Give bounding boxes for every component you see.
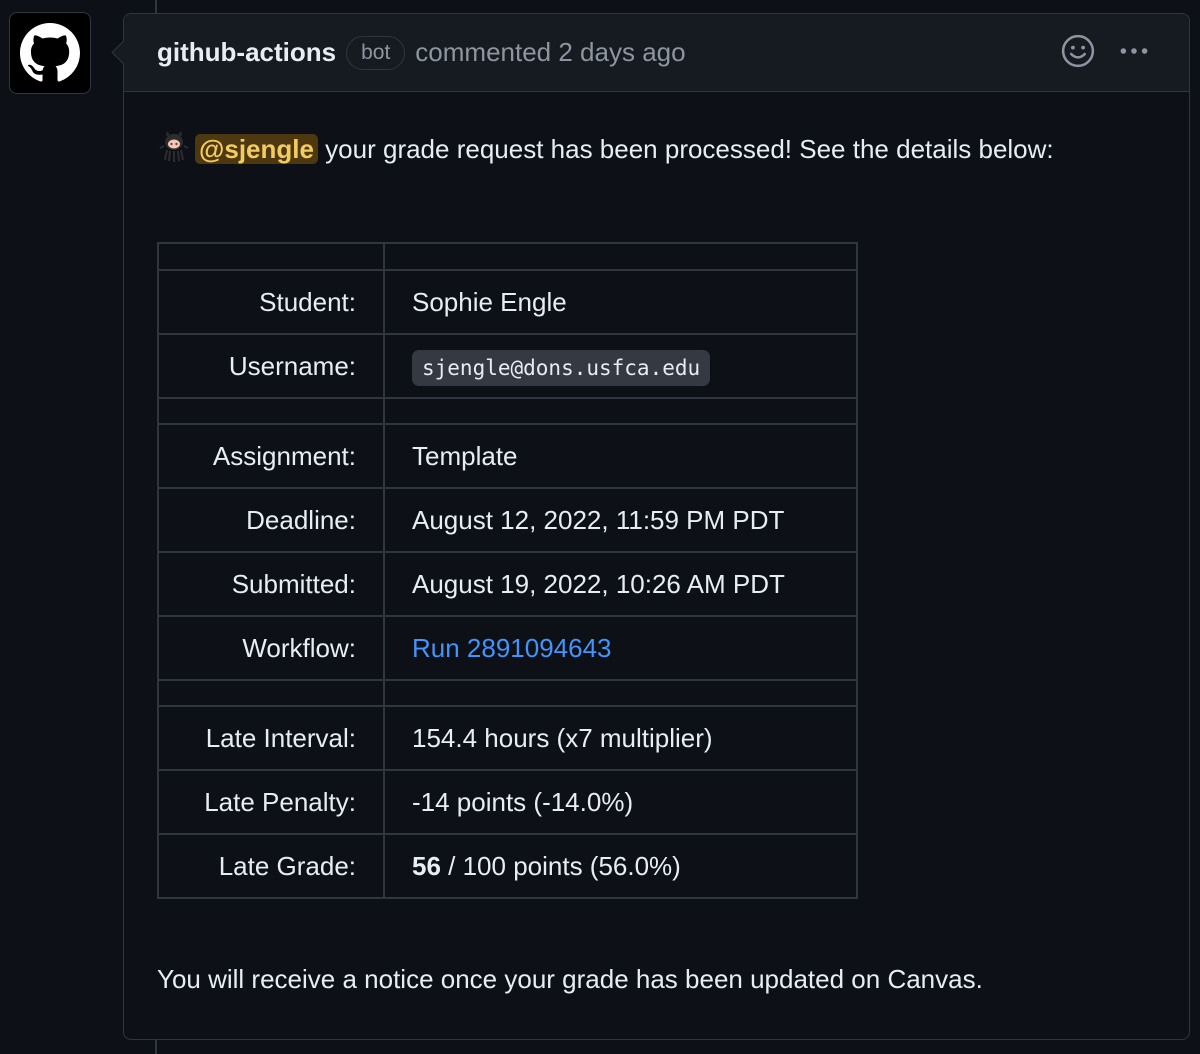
spacer-cell — [383, 397, 858, 425]
workflow-run-link[interactable]: Run 2891094643 — [412, 633, 612, 663]
spacer-cell — [157, 679, 385, 707]
comment-box: github-actions bot commented 2 days ago … — [111, 13, 1190, 1040]
kebab-horizontal-icon[interactable] — [1117, 34, 1151, 73]
row-key-submitted: Submitted: — [157, 551, 385, 617]
row-key-assignment: Assignment: — [157, 423, 385, 489]
smiley-icon[interactable] — [1061, 34, 1095, 73]
table-row: Username: sjengle@dons.usfca.edu — [157, 333, 858, 399]
table-row: Assignment: Template — [157, 423, 858, 489]
comment-time[interactable]: 2 days ago — [558, 37, 685, 67]
row-key-student: Student: — [157, 269, 385, 335]
username-code: sjengle@dons.usfca.edu — [412, 349, 711, 386]
table-row: Workflow: Run 2891094643 — [157, 615, 858, 681]
table-spacer-row — [157, 679, 858, 707]
row-key-workflow: Workflow: — [157, 615, 385, 681]
row-value-student: Sophie Engle — [383, 269, 858, 335]
row-value-workflow: Run 2891094643 — [383, 615, 858, 681]
row-value-submitted: August 19, 2022, 10:26 AM PDT — [383, 551, 858, 617]
intro-text: your grade request has been processed! S… — [317, 134, 1054, 164]
table-header-cell — [383, 242, 858, 271]
row-value-late-grade: 56 / 100 points (56.0%) — [383, 833, 858, 899]
row-value-assignment: Template — [383, 423, 858, 489]
row-key-late-grade: Late Grade: — [157, 833, 385, 899]
table-row: Late Interval: 154.4 hours (x7 multiplie… — [157, 705, 858, 771]
row-value-late-penalty: -14 points (-14.0%) — [383, 769, 858, 835]
footer-note: You will receive a notice once your grad… — [157, 964, 983, 994]
late-grade-score: 56 — [412, 850, 441, 881]
header-actions — [1061, 34, 1151, 73]
author-link[interactable]: github-actions — [157, 37, 336, 68]
comment-action: commented 2 days ago — [415, 37, 685, 68]
comment-header: github-actions bot commented 2 days ago — [124, 14, 1189, 92]
spacer-cell — [157, 397, 385, 425]
github-octocat-icon — [20, 23, 80, 82]
table-header-cell — [157, 242, 385, 271]
table-spacer-row — [157, 397, 858, 425]
row-key-username: Username: — [157, 333, 385, 399]
row-value-username: sjengle@dons.usfca.edu — [383, 333, 858, 399]
table-row: Deadline: August 12, 2022, 11:59 PM PDT — [157, 487, 858, 553]
comment-intro: @sjengle your grade request has been pro… — [157, 127, 1157, 177]
late-grade-rest: / 100 points (56.0%) — [440, 850, 681, 881]
row-key-late-interval: Late Interval: — [157, 705, 385, 771]
grade-table: Student: Sophie Engle Username: sjengle@… — [157, 242, 858, 899]
row-key-late-penalty: Late Penalty: — [157, 769, 385, 835]
table-row: Student: Sophie Engle — [157, 269, 858, 335]
user-mention[interactable]: @sjengle — [195, 134, 318, 164]
spacer-cell — [383, 679, 858, 707]
table-header-row — [157, 242, 858, 271]
row-key-deadline: Deadline: — [157, 487, 385, 553]
table-row: Late Penalty: -14 points (-14.0%) — [157, 769, 858, 835]
author-avatar[interactable] — [9, 12, 91, 94]
comment-action-label: commented — [415, 37, 552, 67]
octocat-emoji-icon — [157, 130, 191, 177]
table-row: Late Grade: 56 / 100 points (56.0%) — [157, 833, 858, 899]
bot-badge: bot — [346, 35, 406, 70]
row-value-late-interval: 154.4 hours (x7 multiplier) — [383, 705, 858, 771]
table-row: Submitted: August 19, 2022, 10:26 AM PDT — [157, 551, 858, 617]
row-value-deadline: August 12, 2022, 11:59 PM PDT — [383, 487, 858, 553]
